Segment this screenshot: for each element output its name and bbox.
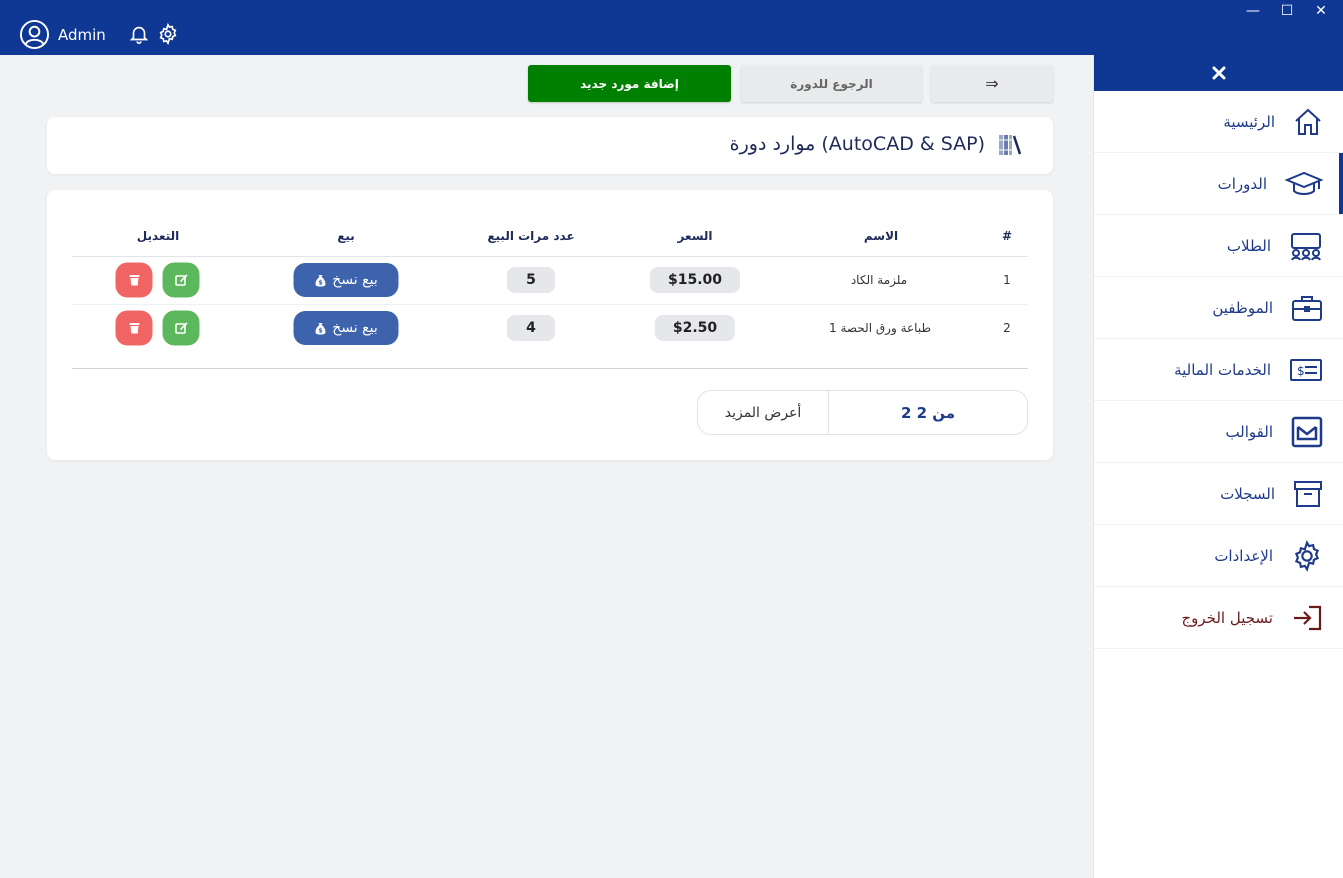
column-header-number: # [1001, 229, 1013, 243]
column-header-price: السعر [677, 229, 713, 243]
sidebar-item-label: الخدمات المالية [1174, 360, 1271, 379]
notification-bell-icon[interactable] [128, 23, 150, 45]
sidebar-item-label: السجلات [1220, 484, 1275, 503]
sidebar-item-settings[interactable]: الإعدادات [1094, 525, 1343, 587]
money-card-icon: $ [1290, 358, 1322, 381]
sidebar-item-label: الرئيسية [1223, 112, 1275, 131]
sidebar-item-label: الطلاب [1226, 236, 1271, 255]
money-bag-icon: $ [315, 322, 326, 334]
back-to-course-button[interactable]: الرجوع للدورة [741, 65, 922, 102]
trash-icon [129, 275, 139, 286]
user-menu[interactable]: Admin [19, 19, 106, 50]
forward-arrow-button[interactable]: ⇒ [931, 65, 1053, 102]
svg-text:$: $ [1297, 364, 1305, 378]
sidebar-header [1094, 55, 1343, 91]
edit-icon [174, 273, 188, 286]
sales-count-badge: 5 [507, 267, 555, 293]
sidebar-item-label: القوالب [1225, 422, 1273, 441]
sidebar-item-records[interactable]: السجلات [1094, 463, 1343, 525]
table-bottom-divider [72, 368, 1028, 369]
sidebar-item-label: الدورات [1217, 174, 1267, 193]
sidebar-item-label: الإعدادات [1214, 546, 1273, 565]
add-resource-button[interactable]: إضافة مورد جديد [528, 65, 731, 102]
column-header-name: الاسم [863, 229, 899, 243]
trash-icon [129, 323, 139, 334]
sidebar-item-label: الموظفين [1212, 298, 1273, 317]
title-card: موارد دورة (AutoCAD & SAP) [47, 117, 1053, 174]
column-header-sales-count: عدد مرات البيع [487, 229, 575, 243]
sidebar-item-logout[interactable]: تسجيل الخروج [1094, 587, 1343, 649]
home-icon [1295, 108, 1321, 135]
students-icon [1291, 232, 1321, 261]
edit-icon [174, 321, 188, 334]
main-content: ⇒ الرجوع للدورة إضافة مورد جديد موارد دو… [0, 55, 1093, 878]
settings-gear-icon[interactable] [157, 23, 179, 45]
column-header-sell: بيع [337, 229, 355, 243]
sell-copies-button[interactable]: $ بيع نسخ [293, 263, 399, 297]
show-more-button[interactable]: أعرض المزيد [698, 391, 829, 434]
svg-text:$: $ [318, 279, 322, 286]
graduation-cap-icon [1285, 171, 1323, 195]
briefcase-icon [1292, 295, 1322, 321]
sidebar-item-courses[interactable]: الدورات [1094, 153, 1343, 215]
user-avatar-icon [19, 19, 50, 50]
logout-icon [1294, 605, 1322, 630]
sidebar-item-home[interactable]: الرئيسية [1094, 91, 1343, 153]
sidebar-item-templates[interactable]: القوالب [1094, 401, 1343, 463]
sell-copies-button[interactable]: $ بيع نسخ [293, 311, 399, 345]
resource-name: طباعة ورق الحصة 1 [829, 321, 931, 335]
edit-button[interactable] [162, 310, 200, 346]
sidebar: الرئيسية الدورات الطلاب الموظفين الخدمات… [1093, 55, 1343, 878]
sidebar-item-label: تسجيل الخروج [1181, 608, 1273, 627]
edit-button[interactable] [162, 262, 200, 298]
delete-button[interactable] [115, 262, 153, 298]
sales-count-badge: 4 [507, 315, 555, 341]
envelope-icon [1291, 416, 1323, 447]
sell-copies-label: بيع نسخ [332, 272, 378, 288]
row-number: 1 [1003, 273, 1011, 287]
money-bag-icon: $ [315, 274, 326, 286]
price-badge: $15.00 [649, 267, 741, 293]
close-window-button[interactable]: ✕ [1306, 0, 1336, 22]
title-bar: Admin — ☐ ✕ [0, 0, 1343, 55]
header-divider [72, 256, 1028, 257]
items-count-label: 2 من 2 [900, 403, 956, 422]
row-divider [72, 304, 1028, 305]
minimize-button[interactable]: — [1238, 0, 1268, 22]
price-badge: $2.50 [654, 315, 736, 341]
row-number: 2 [1003, 321, 1011, 335]
column-header-actions: التعديل [136, 229, 180, 243]
delete-button[interactable] [115, 310, 153, 346]
svg-text:$: $ [318, 327, 322, 334]
sidebar-item-financial-services[interactable]: الخدمات المالية $ [1094, 339, 1343, 401]
maximize-button[interactable]: ☐ [1272, 0, 1302, 22]
close-sidebar-icon[interactable] [1211, 65, 1227, 81]
pagination: أعرض المزيد 2 من 2 [697, 390, 1028, 435]
user-name: Admin [58, 25, 106, 44]
books-icon [999, 135, 1022, 155]
page-title: موارد دورة (AutoCAD & SAP) [729, 133, 985, 155]
gear-icon [1294, 539, 1320, 572]
sell-copies-label: بيع نسخ [332, 320, 378, 336]
sidebar-item-students[interactable]: الطلاب [1094, 215, 1343, 277]
archive-icon [1294, 480, 1322, 507]
resources-table-card: # الاسم السعر عدد مرات البيع بيع التعديل… [47, 190, 1053, 460]
sidebar-item-employees[interactable]: الموظفين [1094, 277, 1343, 339]
resource-name: ملزمة الكاد [850, 273, 908, 287]
